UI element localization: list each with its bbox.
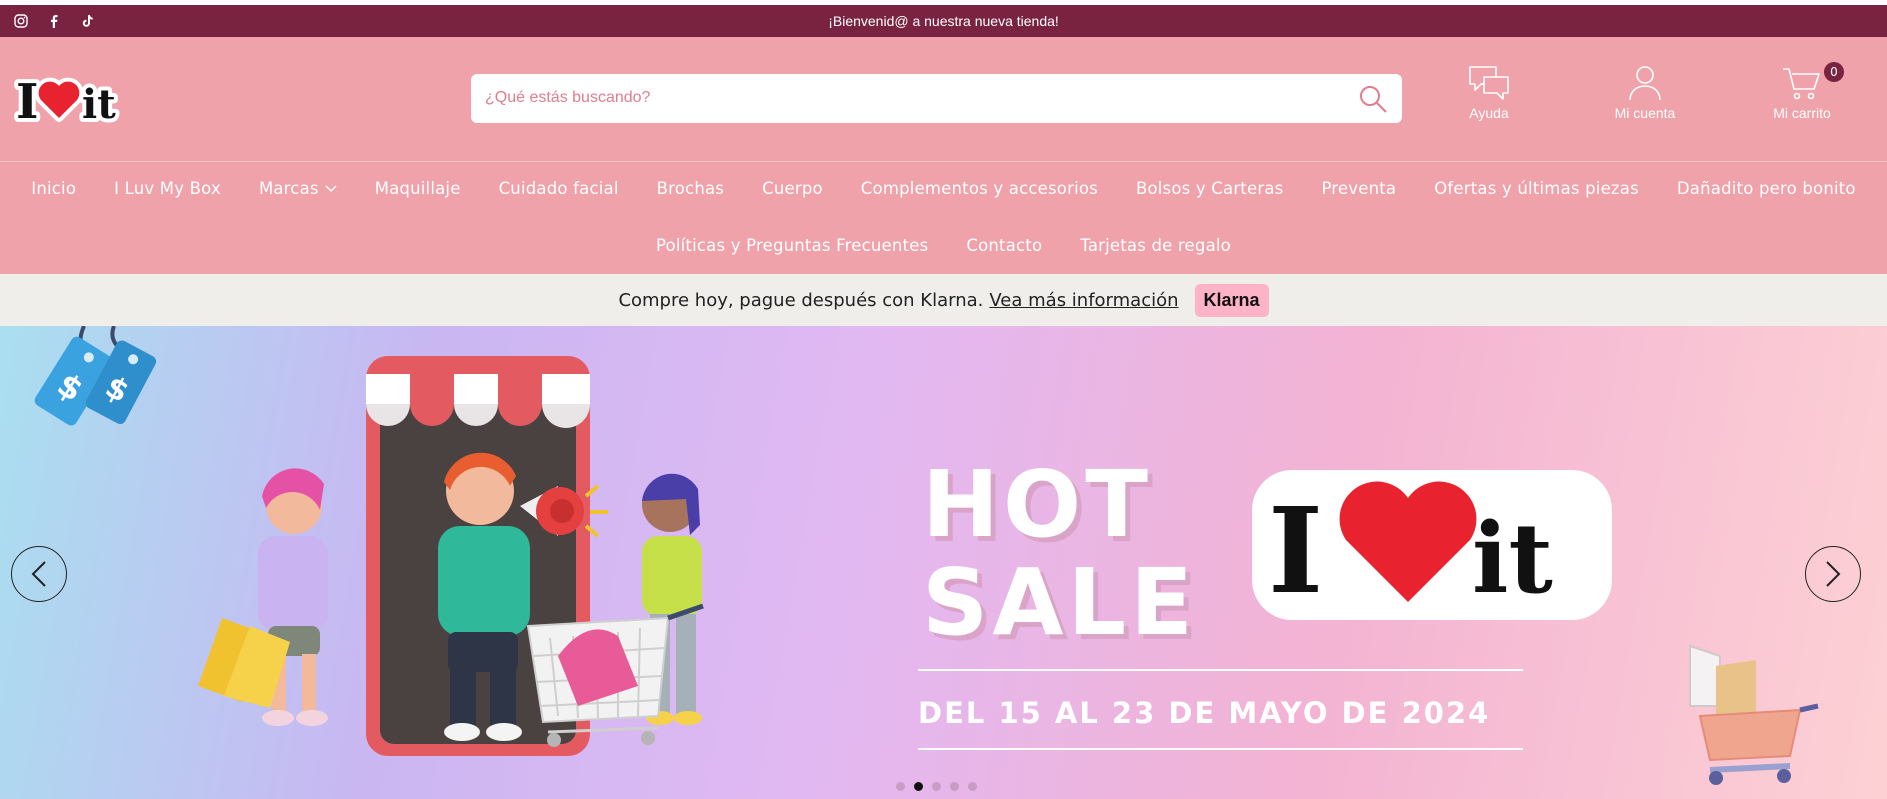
nav-danadito[interactable]: Dañadito pero bonito (1677, 179, 1856, 198)
search-bar[interactable]: ¿Qué estás buscando? (471, 74, 1402, 123)
carousel-dot-4[interactable] (950, 782, 959, 791)
nav-cuidado-facial[interactable]: Cuidado facial (499, 179, 619, 198)
site-header: I it I it ¿Qué estás buscando? Ayuda Mi … (0, 37, 1887, 161)
carousel-dot-2[interactable] (914, 782, 923, 791)
klarna-text: Compre hoy, pague después con Klarna. (618, 289, 984, 311)
nav-row-2: Políticas y Preguntas Frecuentes Contact… (0, 236, 1887, 255)
svg-text:it: it (82, 81, 116, 128)
hot-sale-dates: DEL 15 AL 23 DE MAYO DE 2024 (918, 696, 1491, 730)
carousel-prev-button[interactable] (11, 546, 67, 602)
nav-marcas[interactable]: Marcas (259, 179, 337, 198)
search-input[interactable]: ¿Qué estás buscando? (485, 89, 650, 107)
carousel-dot-1[interactable] (896, 782, 905, 791)
account-label: Mi cuenta (1614, 105, 1676, 121)
chevron-down-icon (325, 184, 337, 192)
cart-icon (1783, 68, 1820, 100)
carousel-pagination (896, 782, 977, 791)
hot-sale-line2: SALE (922, 549, 1197, 656)
nav-tarjetas[interactable]: Tarjetas de regalo (1080, 236, 1231, 255)
nav-maquillaje[interactable]: Maquillaje (375, 179, 461, 198)
cart-label: Mi carrito (1773, 105, 1831, 121)
chevron-left-icon (31, 561, 46, 587)
nav-inicio[interactable]: Inicio (31, 179, 76, 198)
announcement-bar: ¡Bienvenid@ a nuestra nueva tienda! (0, 5, 1887, 37)
carousel-dot-5[interactable] (968, 782, 977, 791)
nav-brochas[interactable]: Brochas (657, 179, 724, 198)
help-button[interactable]: Ayuda (1439, 65, 1539, 135)
hero-carousel: $ $ HOT SALE I it DEL 15 AL 23 DE MAYO D… (0, 326, 1887, 799)
cart-count-badge: 0 (1824, 62, 1844, 82)
chevron-right-icon (1826, 561, 1841, 587)
price-tags-illustration: $ $ (34, 326, 157, 426)
svg-text:I: I (16, 74, 38, 128)
cart-with-bags-illustration (1689, 644, 1819, 785)
nav-ofertas[interactable]: Ofertas y últimas piezas (1434, 179, 1639, 198)
nav-marcas-label: Marcas (258, 179, 319, 198)
chat-icon (1469, 66, 1509, 100)
cart-button[interactable]: Mi carrito 0 (1752, 62, 1852, 135)
nav-contacto[interactable]: Contacto (966, 236, 1042, 255)
carousel-dot-3[interactable] (932, 782, 941, 791)
shopping-scene-illustration (198, 356, 704, 756)
nav-politicas[interactable]: Políticas y Preguntas Frecuentes (656, 236, 928, 255)
brand-logo-sticker: I it (1252, 470, 1612, 620)
nav-preventa[interactable]: Preventa (1321, 179, 1396, 198)
help-label: Ayuda (1469, 105, 1509, 121)
nav-cuerpo[interactable]: Cuerpo (762, 179, 823, 198)
nav-bolsos[interactable]: Bolsos y Carteras (1136, 179, 1283, 198)
nav-row-1: Inicio I Luv My Box Marcas Maquillaje Cu… (0, 179, 1887, 198)
klarna-logo: Klarna (1194, 283, 1269, 317)
klarna-banner: Compre hoy, pague después con Klarna. Ve… (0, 274, 1887, 326)
main-navigation: Inicio I Luv My Box Marcas Maquillaje Cu… (0, 161, 1887, 274)
hot-sale-heading: HOT SALE (922, 456, 1197, 652)
svg-text:I: I (1268, 481, 1323, 620)
welcome-message: ¡Bienvenid@ a nuestra nueva tienda! (828, 13, 1059, 29)
hot-sale-line1: HOT (922, 451, 1152, 558)
nav-i-luv-my-box[interactable]: I Luv My Box (114, 179, 221, 198)
carousel-next-button[interactable] (1805, 546, 1861, 602)
svg-text:it: it (1472, 502, 1553, 615)
user-icon (1629, 66, 1661, 101)
hero-divider-bottom (918, 748, 1523, 750)
nav-complementos[interactable]: Complementos y accesorios (861, 179, 1098, 198)
account-button[interactable]: Mi cuenta (1595, 65, 1695, 135)
search-icon[interactable] (1358, 84, 1388, 114)
hero-divider-top (918, 669, 1523, 671)
klarna-more-info-link[interactable]: Veа más información (989, 290, 1178, 311)
site-logo[interactable]: I it I it (12, 70, 126, 134)
